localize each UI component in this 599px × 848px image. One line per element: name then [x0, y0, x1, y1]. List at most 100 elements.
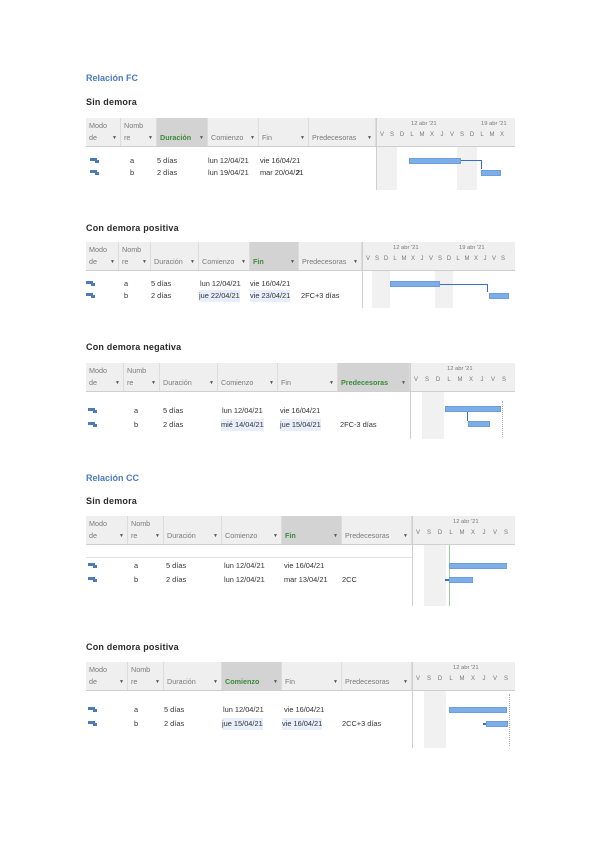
column-header-predecessors[interactable]: Predecesoras ▼ — [299, 242, 362, 270]
task-bar[interactable] — [445, 406, 501, 412]
column-header-start[interactable]: Comienzo ▼ — [222, 516, 282, 544]
gantt-chart[interactable]: 12 abr '21 V S D L M X J V S — [410, 363, 515, 439]
task-predecessors[interactable]: 2FC+3 días — [301, 290, 339, 302]
column-header-name[interactable]: Nomb re ▼ — [121, 118, 157, 146]
task-start[interactable]: mié 14/04/21 — [221, 419, 264, 431]
task-bar[interactable] — [449, 577, 473, 583]
task-predecessors[interactable]: 2 — [296, 167, 300, 179]
chevron-down-icon[interactable]: ▼ — [300, 133, 305, 143]
chevron-down-icon[interactable]: ▼ — [333, 677, 338, 687]
gantt-chart[interactable]: 12 abr '21 V S D L M X J V S — [412, 516, 515, 606]
task-start[interactable]: lun 12/04/21 — [200, 278, 241, 290]
task-predecessors[interactable]: 2CC+3 días — [342, 718, 381, 730]
task-duration[interactable]: 5 días — [163, 405, 183, 417]
task-duration[interactable]: 2 días — [164, 718, 184, 730]
column-header-end[interactable]: Fin ▼ — [282, 516, 342, 544]
chevron-down-icon[interactable]: ▼ — [119, 677, 124, 687]
task-end[interactable]: vie 23/04/21 — [250, 290, 291, 302]
task-end[interactable]: vie 16/04/21 — [250, 278, 290, 290]
task-start[interactable]: jue 15/04/21 — [222, 718, 263, 730]
task-name[interactable]: b — [134, 574, 138, 586]
column-header-duration[interactable]: Duración ▼ — [157, 118, 208, 146]
chevron-down-icon[interactable]: ▼ — [367, 133, 372, 143]
chevron-down-icon[interactable]: ▼ — [329, 378, 334, 388]
column-header-end[interactable]: Fin ▼ — [278, 363, 338, 391]
column-header-end[interactable]: Fin ▼ — [282, 662, 342, 690]
chevron-down-icon[interactable]: ▼ — [213, 531, 218, 541]
chevron-down-icon[interactable]: ▼ — [190, 257, 195, 267]
column-header-predecessors[interactable]: Predecesoras ▼ — [309, 118, 376, 146]
gantt-chart[interactable]: 12 abr '21 V S D L M X J V S — [412, 662, 515, 748]
task-bar[interactable] — [409, 158, 461, 164]
chevron-down-icon[interactable]: ▼ — [403, 531, 408, 541]
column-header-mode[interactable]: Modo de ▼ — [86, 242, 119, 270]
task-end[interactable]: vie 16/04/21 — [260, 155, 300, 167]
chevron-down-icon[interactable]: ▼ — [151, 378, 156, 388]
chevron-down-icon[interactable]: ▼ — [142, 257, 147, 267]
chevron-down-icon[interactable]: ▼ — [119, 531, 124, 541]
chevron-down-icon[interactable]: ▼ — [112, 133, 117, 143]
column-header-name[interactable]: Nomb re ▼ — [128, 516, 164, 544]
chevron-down-icon[interactable]: ▼ — [353, 257, 358, 267]
chevron-down-icon[interactable]: ▼ — [213, 677, 218, 687]
task-duration[interactable]: 5 días — [166, 560, 186, 572]
column-header-duration[interactable]: Duración ▼ — [164, 516, 222, 544]
chevron-down-icon[interactable]: ▼ — [403, 677, 408, 687]
column-header-end[interactable]: Fin ▼ — [250, 242, 299, 270]
chevron-down-icon[interactable]: ▼ — [209, 378, 214, 388]
column-header-duration[interactable]: Duración ▼ — [151, 242, 199, 270]
task-end[interactable]: jue 15/04/21 — [280, 419, 321, 431]
column-header-mode[interactable]: Modo de ▼ — [86, 662, 128, 690]
task-duration[interactable]: 2 días — [163, 419, 183, 431]
task-bar[interactable] — [449, 563, 507, 569]
chevron-down-icon[interactable]: ▼ — [273, 677, 278, 687]
task-name[interactable]: b — [134, 718, 138, 730]
column-header-name[interactable]: Nomb re ▼ — [119, 242, 151, 270]
column-header-mode[interactable]: Modo de ▼ — [86, 363, 124, 391]
task-start[interactable]: lun 19/04/21 — [208, 167, 249, 179]
task-start[interactable]: jue 22/04/21 — [199, 290, 240, 302]
task-name[interactable]: b — [130, 167, 134, 179]
task-name[interactable]: a — [134, 405, 138, 417]
column-header-name[interactable]: Nomb re ▼ — [128, 662, 164, 690]
chevron-down-icon[interactable]: ▼ — [401, 378, 406, 388]
gantt-chart[interactable]: 12 abr '21 19 abr '21 V S D L M X J V S … — [362, 242, 515, 308]
task-bar[interactable] — [449, 707, 507, 713]
column-header-start[interactable]: Comienzo ▼ — [218, 363, 278, 391]
task-end[interactable]: vie 16/04/21 — [284, 704, 324, 716]
task-duration[interactable]: 2 días — [166, 574, 186, 586]
column-header-mode[interactable]: Modo de ▼ — [86, 118, 121, 146]
chevron-down-icon[interactable]: ▼ — [250, 133, 255, 143]
task-end[interactable]: vie 16/04/21 — [282, 718, 323, 730]
task-duration[interactable]: 2 días — [151, 290, 171, 302]
task-duration[interactable]: 5 días — [157, 155, 177, 167]
column-header-start[interactable]: Comienzo ▼ — [222, 662, 282, 690]
task-bar[interactable] — [486, 721, 508, 727]
chevron-down-icon[interactable]: ▼ — [269, 378, 274, 388]
gantt-chart[interactable]: 12 abr '21 19 abr '21 V S D L M X J V S … — [376, 118, 515, 190]
chevron-down-icon[interactable]: ▼ — [155, 531, 160, 541]
task-bar[interactable] — [390, 281, 440, 287]
column-header-duration[interactable]: Duración ▼ — [164, 662, 222, 690]
task-predecessors[interactable]: 2CC — [342, 574, 357, 586]
column-header-end[interactable]: Fin ▼ — [259, 118, 309, 146]
task-end[interactable]: vie 16/04/21 — [280, 405, 320, 417]
task-end[interactable]: mar 13/04/21 — [284, 574, 328, 586]
task-name[interactable]: a — [124, 278, 128, 290]
task-end[interactable]: vie 16/04/21 — [284, 560, 324, 572]
task-duration[interactable]: 2 días — [157, 167, 177, 179]
task-start[interactable]: lun 12/04/21 — [223, 704, 264, 716]
chevron-down-icon[interactable]: ▼ — [241, 257, 246, 267]
column-header-name[interactable]: Numb re ▼ — [124, 363, 160, 391]
task-start[interactable]: lun 12/04/21 — [222, 405, 263, 417]
task-name[interactable]: a — [130, 155, 134, 167]
task-name[interactable]: a — [134, 560, 138, 572]
task-start[interactable]: lun 12/04/21 — [208, 155, 249, 167]
column-header-start[interactable]: Comienzo ▼ — [199, 242, 250, 270]
chevron-down-icon[interactable]: ▼ — [155, 677, 160, 687]
chevron-down-icon[interactable]: ▼ — [148, 133, 153, 143]
column-header-predecessors[interactable]: Predecesoras ▼ — [338, 363, 410, 391]
chevron-down-icon[interactable]: ▼ — [199, 133, 204, 143]
column-header-mode[interactable]: Modo de ▼ — [86, 516, 128, 544]
chevron-down-icon[interactable]: ▼ — [290, 257, 295, 267]
